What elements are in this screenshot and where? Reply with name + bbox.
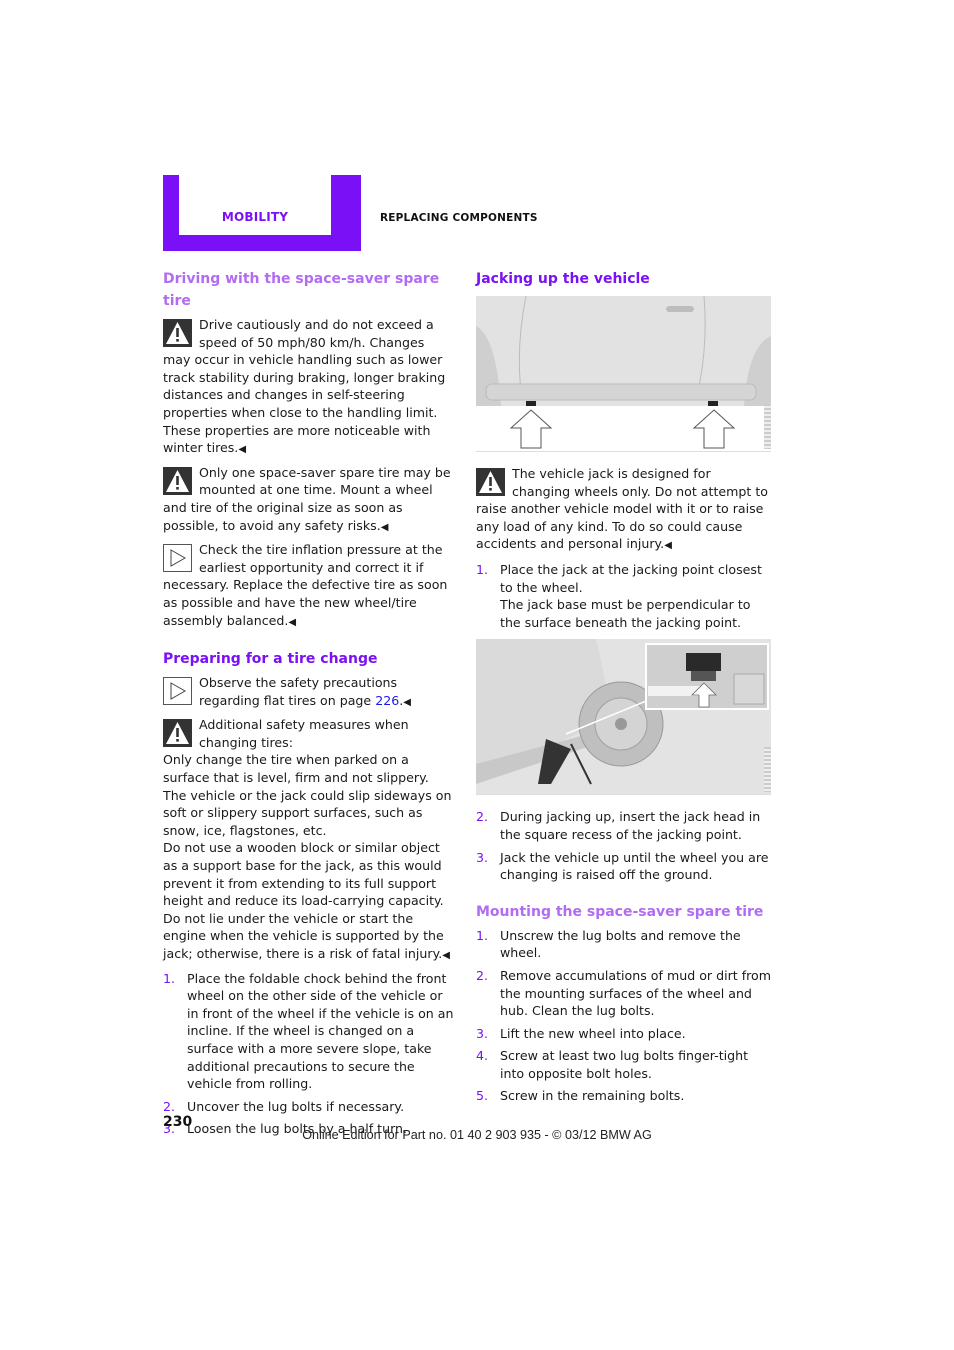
warning-note: The vehicle jack is designed for changin…	[476, 466, 768, 552]
list-item: 2. During jacking up, insert the jack hea…	[476, 809, 761, 842]
jacking-steps-b: 2. During jacking up, insert the jack hea…	[476, 808, 771, 883]
chapter-tab-label: MOBILITY	[221, 210, 289, 224]
heading-preparing: Preparing for a tire change	[163, 651, 378, 668]
end-mark-icon: ◀	[442, 950, 450, 961]
hint-note: Observe the safety precautions regarding…	[163, 674, 455, 711]
right-column: Jacking up the vehicle The vehicle jack …	[476, 268, 771, 1110]
hint-note: Check the tire inflation pressure at the…	[163, 542, 448, 628]
list-item: 1. Unscrew the lug bolts and remove the w…	[476, 927, 741, 961]
end-mark-icon: ◀	[288, 616, 297, 628]
figure-code	[764, 747, 771, 793]
jacking-point-marker	[708, 401, 718, 406]
list-item: 4. Screw at least two lug bolts finger-ti…	[476, 1048, 749, 1081]
section-title: REPLACING COMPONENTS	[380, 212, 538, 224]
hint-play-icon	[163, 677, 192, 706]
jacking-steps-a: 1. Place the jack at the jacking point cl…	[476, 561, 771, 631]
end-mark-icon: ◀	[403, 696, 411, 708]
preparation-steps: 1. Place the foldable chock behind the fr…	[163, 970, 455, 1138]
heading-driving-spare: Driving with the space-saver spare tire	[163, 271, 440, 309]
warning-icon	[163, 466, 192, 495]
warning-icon	[163, 319, 192, 347]
end-mark-icon: ◀	[238, 444, 247, 456]
figure-code	[764, 404, 771, 449]
list-item: 3. Lift the new wheel into place.	[476, 1025, 686, 1041]
hint-play-icon	[163, 544, 192, 573]
mounting-steps: 1. Unscrew the lug bolts and remove the w…	[476, 927, 771, 1105]
list-item: 2. Remove accumulations of mud or dirt fr…	[476, 967, 772, 1019]
jack-position-figure	[476, 639, 771, 796]
left-column: Driving with the space-saver spare tire …	[163, 268, 455, 1143]
list-item: 2. Uncover the lug bolts if necessary.	[163, 1098, 405, 1114]
heading-mounting: Mounting the space-saver spare tire	[476, 903, 764, 920]
end-mark-icon: ◀	[380, 521, 389, 533]
list-item: 1. Place the foldable chock behind the fr…	[163, 970, 454, 1092]
list-item: 1. Place the jack at the jacking point cl…	[476, 561, 762, 630]
heading-jacking: Jacking up the vehicle	[476, 271, 650, 287]
jacking-point-marker	[526, 401, 536, 406]
warning-icon	[163, 719, 192, 748]
warning-icon	[476, 468, 505, 496]
chapter-tab: MOBILITY	[163, 175, 361, 251]
warning-note: Additional safety measures when changing…	[163, 717, 452, 961]
list-item: 3. Jack the vehicle up until the wheel yo…	[476, 849, 769, 883]
list-item: 5. Screw in the remaining bolts.	[476, 1088, 685, 1104]
warning-note: Drive cautiously and do not exceed a spe…	[163, 317, 446, 456]
warning-note: Only one space-saver spare tire may be m…	[163, 464, 451, 533]
jacking-points-figure	[476, 296, 771, 452]
end-mark-icon: ◀	[664, 540, 672, 552]
page-link[interactable]: 226	[375, 693, 399, 708]
edition-footer: Online Edition for Part no. 01 40 2 903 …	[302, 1128, 652, 1142]
